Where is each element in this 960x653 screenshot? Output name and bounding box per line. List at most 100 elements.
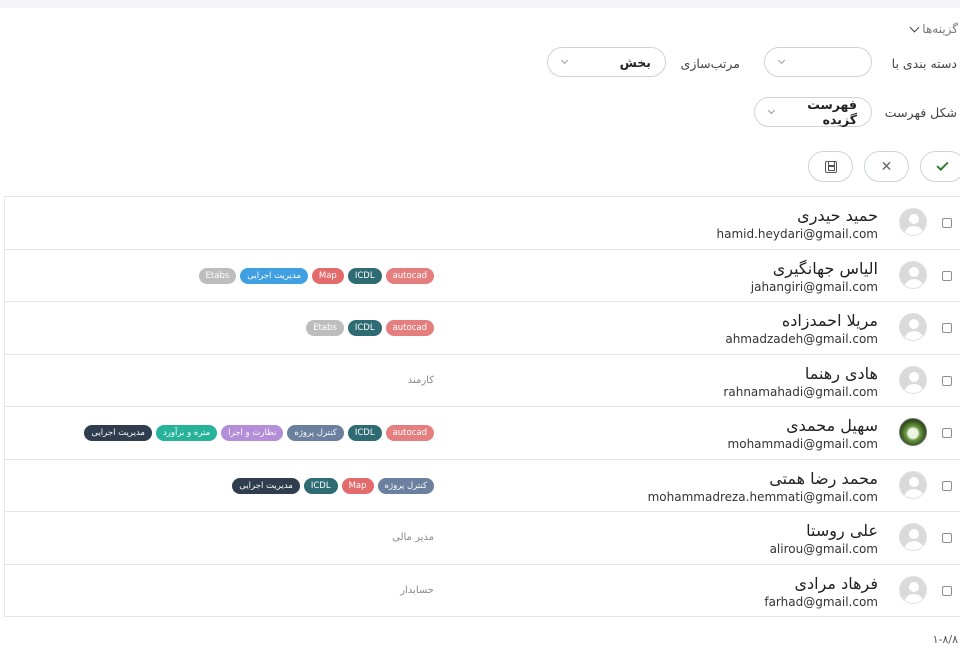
group-by-label: دسته بندی با xyxy=(891,56,957,71)
list-style-select[interactable]: فهرست گزیده xyxy=(754,97,872,127)
avatar-body xyxy=(904,383,924,393)
avatar[interactable] xyxy=(899,523,927,551)
avatar[interactable] xyxy=(899,365,927,394)
avatar-head xyxy=(909,581,919,592)
group-by-select[interactable] xyxy=(764,47,872,77)
avatar-body xyxy=(904,331,924,340)
user-list: حمید حیدری hamid.heydari@gmail.com الیاس ج… xyxy=(4,196,960,617)
sort-select[interactable]: بخش xyxy=(547,47,666,77)
row-checkbox[interactable] xyxy=(942,375,952,386)
user-row[interactable]: حمید حیدری hamid.heydari@gmail.com xyxy=(5,197,960,250)
skill-tag: کنترل پروژه xyxy=(377,477,434,494)
avatar[interactable] xyxy=(899,575,927,604)
chevron-down-icon xyxy=(909,22,920,32)
user-name[interactable]: مریلا احمدزاده xyxy=(782,311,878,330)
skill-tag: Map xyxy=(341,477,374,494)
options-toggle[interactable]: گزینه‌ها xyxy=(909,22,958,36)
avatar-body xyxy=(904,541,924,550)
user-row[interactable]: سهیل محمدی mohammadi@gmail.com autocad ICDL… xyxy=(5,407,960,460)
skill-tag: ICDL xyxy=(303,477,338,494)
avatar-head xyxy=(909,529,919,539)
options-label: گزینه‌ها xyxy=(922,22,958,36)
user-name[interactable]: سهیل محمدی xyxy=(786,416,878,435)
list-style-label: شکل فهرست xyxy=(884,105,957,120)
avatar-body xyxy=(904,226,924,235)
tag-list: autocad ICDL Map مدیریت اجرایی Etabs xyxy=(198,267,434,284)
user-role: مدیر مالی xyxy=(392,532,434,543)
avatar-head xyxy=(909,266,919,277)
skill-tag: مدیریت اجرایی xyxy=(84,425,152,441)
sort-value: بخش xyxy=(619,54,651,70)
user-row[interactable]: محمد رضا همتی mohammadreza.hemmati@gmail.… xyxy=(5,460,960,512)
chevron-down-icon xyxy=(777,56,786,64)
close-icon: ✕ xyxy=(880,158,893,175)
user-email: farhad@gmail.com xyxy=(764,594,878,609)
skill-tag: Etabs xyxy=(306,320,344,336)
save-button[interactable] xyxy=(808,151,853,182)
avatar-head xyxy=(909,214,919,224)
avatar[interactable] xyxy=(899,208,927,236)
avatar[interactable] xyxy=(899,418,927,446)
user-name[interactable]: الیاس جهانگیری xyxy=(773,259,878,278)
user-email: rahnamahadi@gmail.com xyxy=(723,384,878,399)
chevron-down-icon xyxy=(560,56,569,64)
user-role: حسابدار xyxy=(400,584,434,596)
user-email: mohammadreza.hemmati@gmail.com xyxy=(647,489,878,504)
avatar[interactable] xyxy=(899,313,927,341)
skill-tag: کنترل پروژه xyxy=(287,425,344,441)
row-checkbox[interactable] xyxy=(942,323,952,333)
check-icon xyxy=(936,158,949,172)
row-checkbox[interactable] xyxy=(942,218,952,228)
skill-tag: متره و برآورد xyxy=(155,425,218,441)
skill-tag: نظارت و اجرا xyxy=(221,425,284,441)
tag-list: کنترل پروژه Map ICDL مدیریت اجرایی xyxy=(232,477,434,494)
top-bar xyxy=(0,0,960,8)
skill-tag: ICDL xyxy=(347,320,382,336)
skill-tag: مدیریت اجرایی xyxy=(232,477,300,494)
skill-tag: Etabs xyxy=(198,267,237,284)
user-email: alirou@gmail.com xyxy=(769,542,878,556)
user-row[interactable]: هادی رهنما rahnamahadi@gmail.com کارمند xyxy=(5,355,960,407)
user-role: کارمند xyxy=(407,374,434,386)
user-name[interactable]: محمد رضا همتی xyxy=(769,469,878,488)
tag-list: autocad ICDL Etabs xyxy=(306,320,434,336)
row-checkbox[interactable] xyxy=(942,428,952,438)
avatar-body xyxy=(904,593,924,603)
user-email: hamid.heydari@gmail.com xyxy=(716,227,878,241)
user-row[interactable]: علی روستا alirou@gmail.com مدیر مالی xyxy=(5,512,960,565)
user-row[interactable]: الیاس جهانگیری jahangiri@gmail.com autocad… xyxy=(5,250,960,302)
user-name[interactable]: حمید حیدری xyxy=(797,206,878,225)
skill-tag: ICDL xyxy=(347,425,382,441)
avatar-head xyxy=(909,319,919,329)
avatar-head xyxy=(909,476,919,487)
row-checkbox[interactable] xyxy=(942,533,952,543)
skill-tag: autocad xyxy=(385,320,434,336)
user-email: jahangiri@gmail.com xyxy=(750,279,878,294)
sort-label: مرتب‌سازی xyxy=(680,56,740,71)
skill-tag: مدیریت اجرایی xyxy=(240,267,308,284)
avatar-body xyxy=(904,488,924,498)
pager: ۱-۸/۸ xyxy=(932,633,958,646)
row-checkbox[interactable] xyxy=(942,585,952,596)
tag-list: autocad ICDL کنترل پروژه نظارت و اجرا متره و… xyxy=(84,425,434,441)
avatar[interactable] xyxy=(899,260,927,289)
avatar-head xyxy=(909,371,919,382)
cancel-button[interactable]: ✕ xyxy=(864,151,909,182)
confirm-button[interactable] xyxy=(920,151,960,182)
user-email: ahmadzadeh@gmail.com xyxy=(725,332,878,346)
row-checkbox[interactable] xyxy=(942,270,952,281)
user-row[interactable]: مریلا احمدزاده ahmadzadeh@gmail.com autoca… xyxy=(5,302,960,355)
user-email: mohammadi@gmail.com xyxy=(727,437,878,451)
skill-tag: ICDL xyxy=(347,267,382,284)
user-name[interactable]: هادی رهنما xyxy=(805,364,878,383)
user-name[interactable]: علی روستا xyxy=(806,521,878,540)
user-name[interactable]: فرهاد مرادی xyxy=(795,574,879,593)
skill-tag: autocad xyxy=(385,425,434,441)
save-icon xyxy=(824,160,837,173)
row-checkbox[interactable] xyxy=(942,480,952,491)
skill-tag: Map xyxy=(311,267,344,284)
avatar-body xyxy=(904,278,924,288)
user-row[interactable]: فرهاد مرادی farhad@gmail.com حسابدار xyxy=(5,565,960,617)
avatar[interactable] xyxy=(899,470,927,499)
skill-tag: autocad xyxy=(385,267,434,284)
